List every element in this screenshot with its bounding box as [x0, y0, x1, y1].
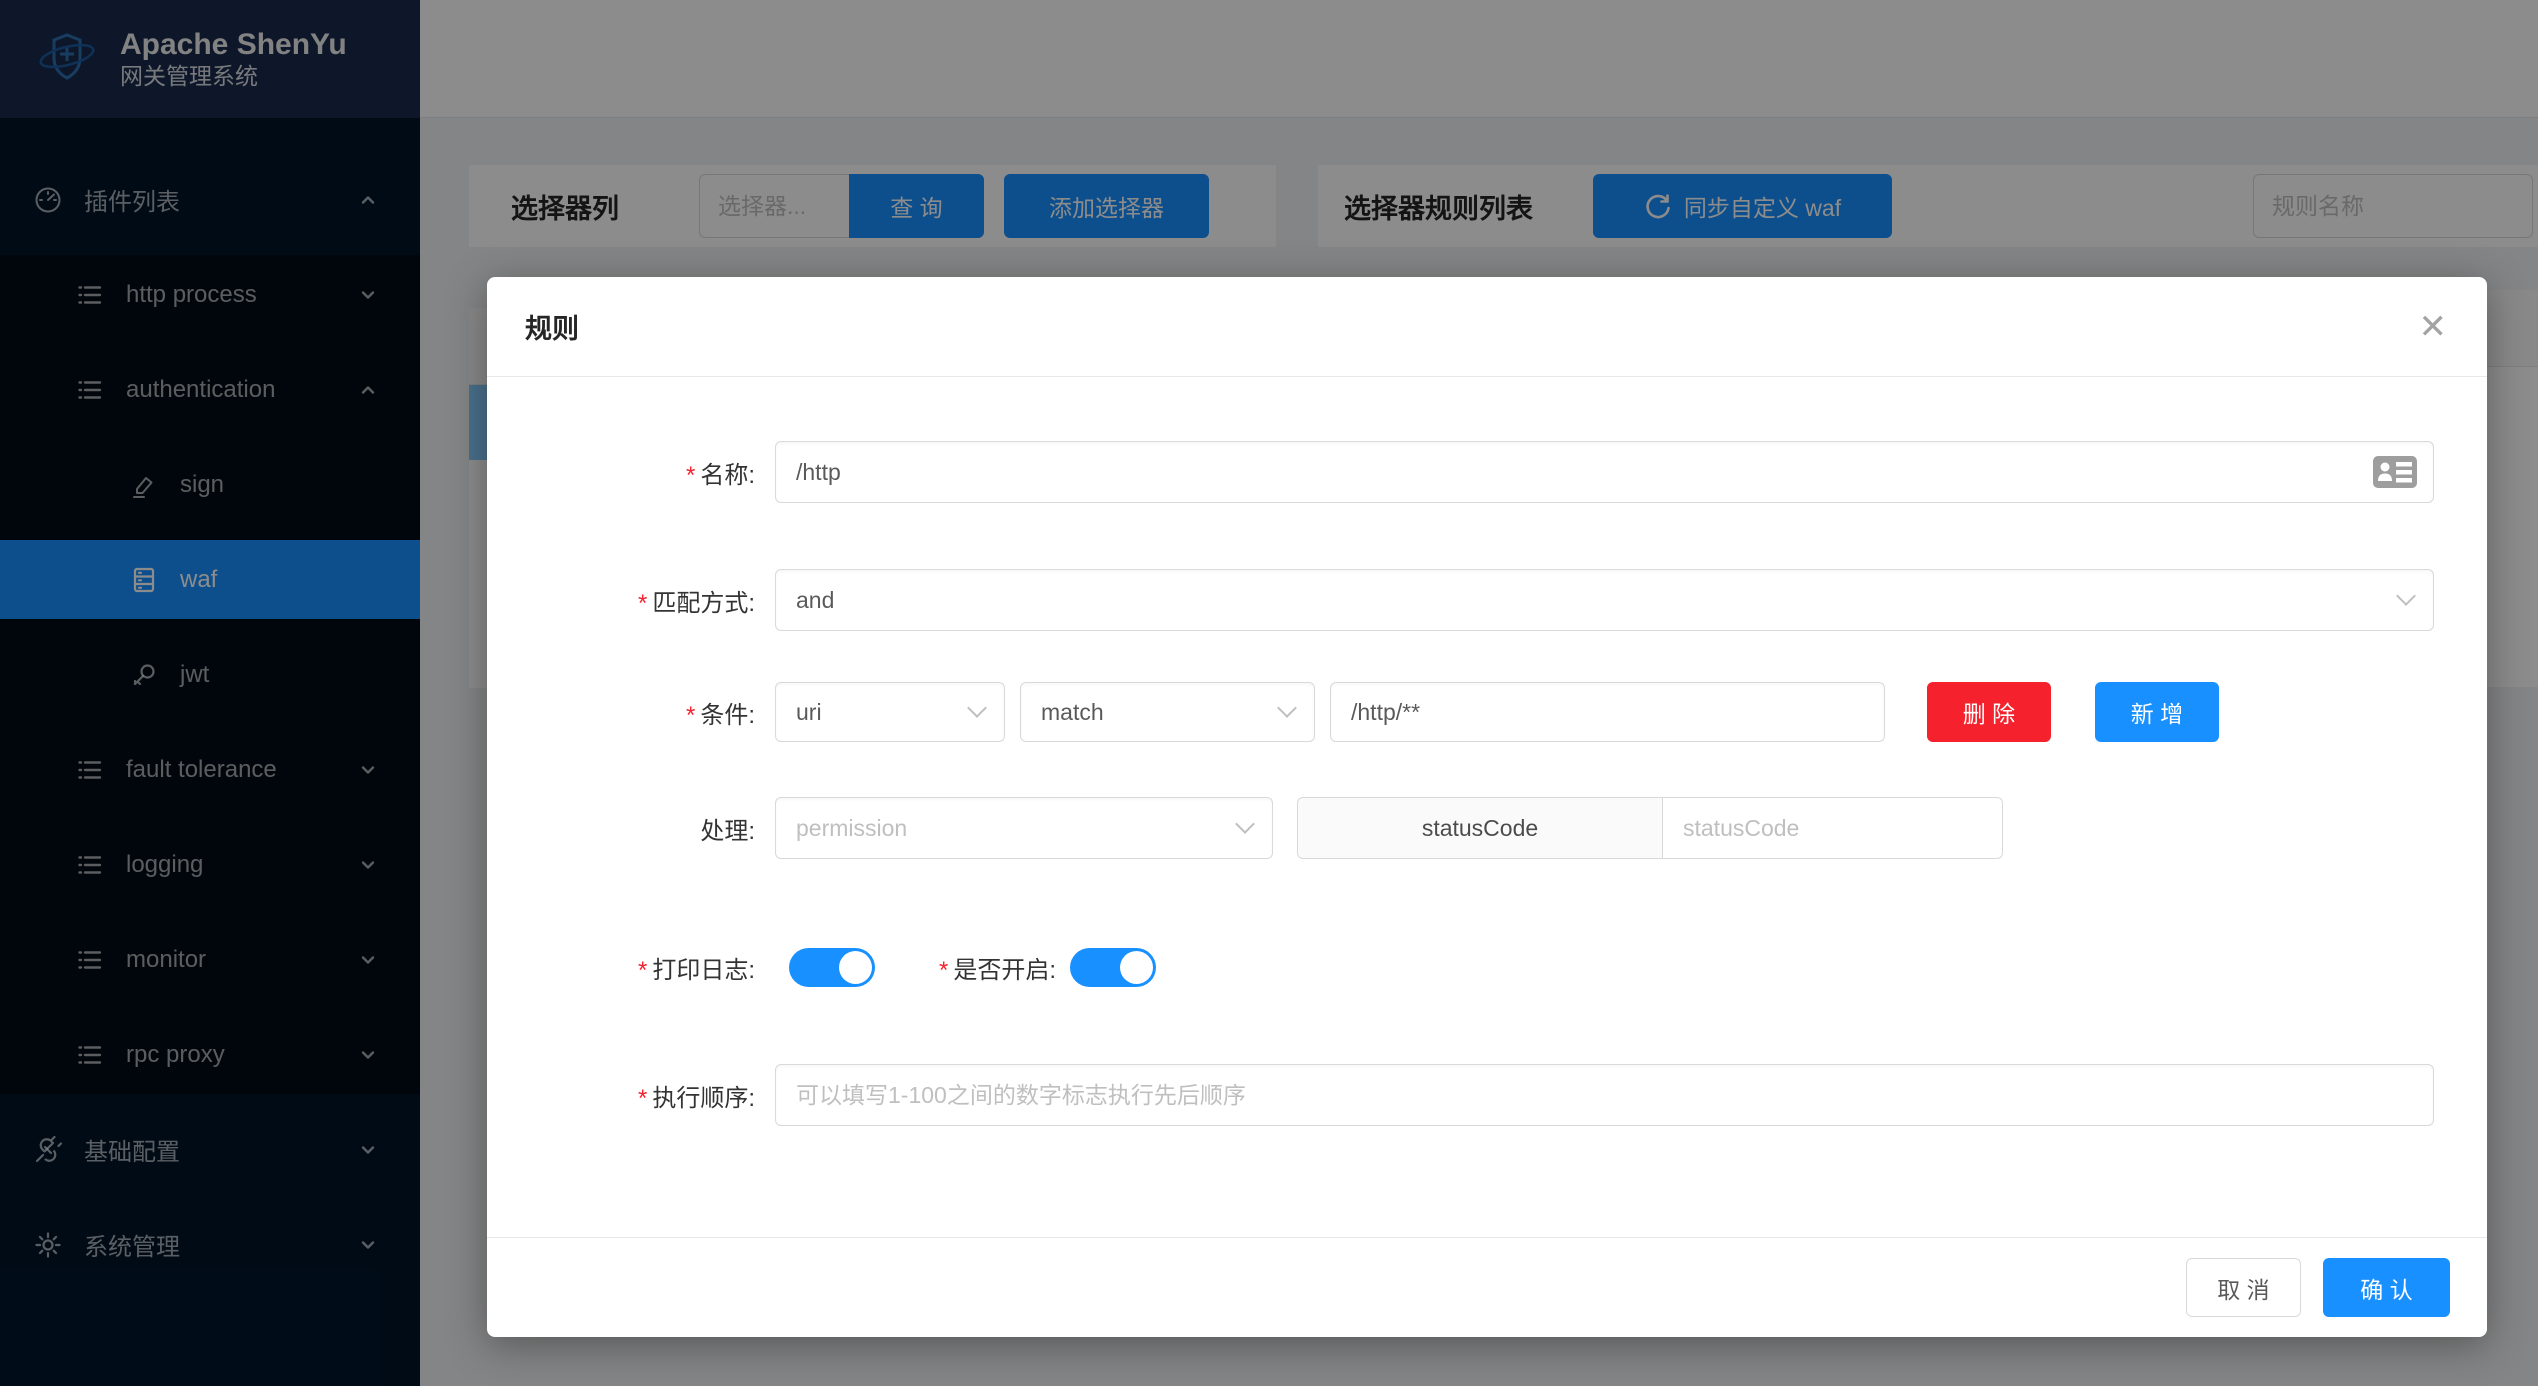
print-log-label: *打印日志:	[487, 950, 775, 985]
handle-permission-select[interactable]: permission	[775, 797, 1273, 859]
confirm-button[interactable]: 确 认	[2323, 1258, 2450, 1317]
close-icon[interactable]: ✕	[2419, 310, 2448, 344]
status-code-addon-label: statusCode	[1297, 797, 1663, 859]
status-code-group: statusCode	[1297, 797, 2003, 859]
contact-card-icon	[2372, 455, 2418, 489]
modal-header: 规则 ✕	[487, 277, 2487, 377]
order-input[interactable]	[775, 1064, 2434, 1126]
match-mode-select[interactable]: and	[775, 569, 2434, 631]
modal-footer: 取 消 确 认	[487, 1237, 2487, 1337]
chevron-down-icon	[1235, 814, 1255, 834]
condition-label: *条件:	[487, 695, 775, 730]
name-input[interactable]	[775, 441, 2434, 503]
enabled-label: *是否开启:	[939, 950, 1056, 985]
cancel-button[interactable]: 取 消	[2186, 1258, 2301, 1317]
match-mode-label: *匹配方式:	[487, 583, 775, 618]
handle-label: 处理:	[487, 811, 775, 846]
condition-operator-select[interactable]: match	[1020, 682, 1315, 742]
toggle-knob	[839, 951, 872, 984]
chevron-down-icon	[967, 698, 987, 718]
modal-title: 规则	[525, 307, 579, 346]
name-label: *名称:	[487, 455, 775, 490]
condition-value-input[interactable]	[1330, 682, 1885, 742]
order-label: *执行顺序:	[487, 1078, 775, 1113]
add-condition-button[interactable]: 新 增	[2095, 682, 2219, 742]
delete-condition-button[interactable]: 删 除	[1927, 682, 2051, 742]
chevron-down-icon	[1277, 698, 1297, 718]
chevron-down-icon	[2396, 586, 2416, 606]
status-code-input[interactable]	[1663, 797, 2003, 859]
print-log-toggle[interactable]	[789, 948, 875, 987]
condition-param-select[interactable]: uri	[775, 682, 1005, 742]
toggle-knob	[1120, 951, 1153, 984]
rule-modal: 规则 ✕ *名称: *匹配方式: and *条件: uri	[487, 277, 2487, 1337]
enabled-toggle[interactable]	[1070, 948, 1156, 987]
